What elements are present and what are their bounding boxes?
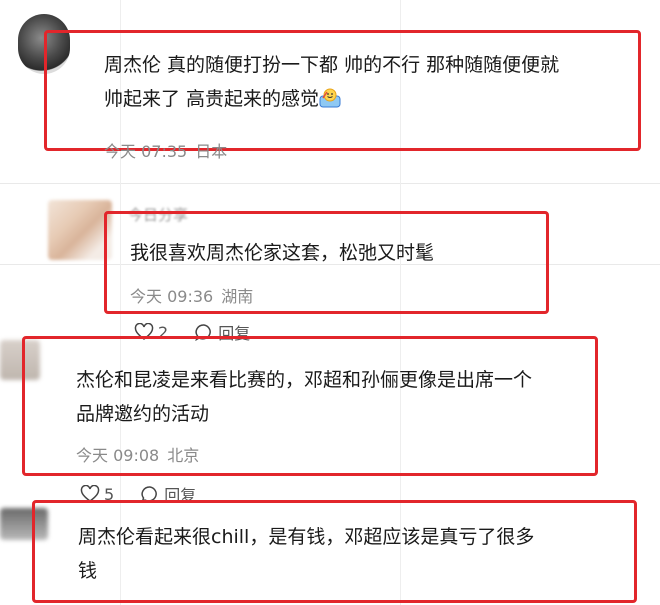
comment-text: 周杰伦 真的随便打扮一下都 帅的不行 那种随随便便就 帅起来了 高贵起来的感觉 <box>104 48 559 116</box>
comment-line: 钱 <box>78 560 98 582</box>
comment-text: 我很喜欢周杰伦家这套，松弛又时髦 <box>130 242 435 264</box>
comment-line: 帅起来了 高贵起来的感觉 <box>104 82 559 116</box>
avatar[interactable] <box>48 200 112 260</box>
comment-line: 品牌邀约的活动 <box>76 403 210 425</box>
location: 北京 <box>167 446 200 465</box>
divider <box>0 183 660 184</box>
comment-meta: 今天 09:08 北京 <box>76 442 199 466</box>
comment-meta: 今天 09:36 湖南 <box>130 283 253 307</box>
smile-emoji-icon <box>319 88 341 108</box>
comment-text: 周杰伦看起来很chill，是有钱，邓超应该是真亏了很多 钱 <box>78 520 534 588</box>
location: 湖南 <box>221 287 254 306</box>
comment-line: 周杰伦 真的随便打扮一下都 帅的不行 那种随随便便就 <box>104 54 560 76</box>
comment-line: 杰伦和昆凌是来看比赛的，邓超和孙俪更像是出席一个 <box>76 369 533 391</box>
comment-line: 周杰伦看起来很chill，是有钱，邓超应该是真亏了很多 <box>78 526 535 548</box>
location: 日本 <box>195 142 228 161</box>
timestamp: 今天 07:35 <box>104 142 188 161</box>
comment-meta: 今天 07:35 日本 <box>104 138 227 162</box>
timestamp: 今天 09:36 <box>130 287 214 306</box>
timestamp: 今天 09:08 <box>76 446 160 465</box>
comment-text: 杰伦和昆凌是来看比赛的，邓超和孙俪更像是出席一个 品牌邀约的活动 <box>76 363 532 431</box>
